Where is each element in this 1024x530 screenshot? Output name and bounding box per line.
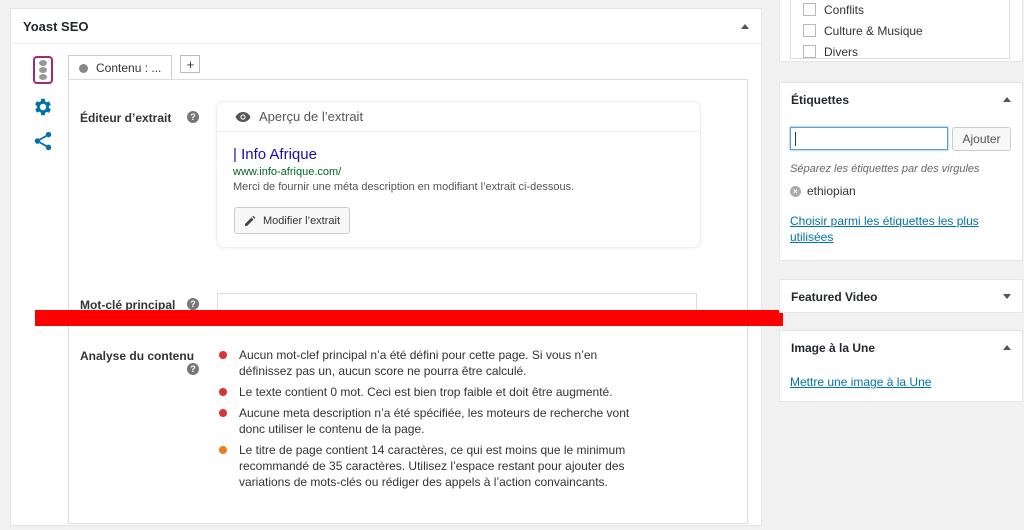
snippet-url[interactable]: www.info-afrique.com/ [233, 166, 341, 178]
yoast-side-nav [28, 56, 58, 162]
expand-toggle-icon[interactable] [1003, 294, 1011, 299]
add-tag-button[interactable]: Ajouter [952, 127, 1011, 151]
category-item[interactable]: Conflits [803, 0, 1009, 20]
status-bullet-red [219, 388, 227, 396]
edit-snippet-label: Modifier l’extrait [263, 214, 341, 227]
category-checkbox[interactable] [803, 3, 816, 16]
category-item[interactable]: Divers [803, 41, 1009, 62]
status-bullet-red [219, 409, 227, 417]
tags-box-title: Étiquettes [791, 92, 850, 107]
help-icon[interactable]: ? [187, 363, 199, 375]
category-label: Conflits [824, 2, 865, 17]
analysis-item: Aucun mot-clef principal n’a été défini … [217, 347, 657, 379]
featured-video-header[interactable]: Featured Video [780, 280, 1022, 313]
yoast-box-title: Yoast SEO [23, 18, 89, 34]
collapse-toggle-icon[interactable] [1003, 97, 1011, 102]
new-tag-input[interactable] [790, 127, 948, 150]
choose-popular-tags-link[interactable]: Choisir parmi les étiquettes les plus ut… [790, 213, 1000, 245]
snippet-preview: Aperçu de l’extrait | Info Afrique www.i… [216, 101, 701, 248]
red-annotation-bar [35, 310, 783, 326]
tab-content-label: Contenu : ... [96, 61, 162, 75]
collapse-toggle-icon[interactable] [741, 23, 749, 29]
extract-editor-label: Éditeur d’extrait [80, 111, 172, 125]
analysis-item: Le titre de page contient 14 caractères,… [217, 442, 657, 490]
edit-snippet-button[interactable]: Modifier l’extrait [234, 207, 351, 234]
content-analysis-list: Aucun mot-clef principal n’a été défini … [217, 347, 657, 495]
tag-chip: × ethiopian [790, 184, 856, 198]
snippet-preview-title: Aperçu de l’extrait [259, 109, 364, 124]
eye-icon [235, 111, 251, 122]
analysis-text: variations de mots-clés ou rédiger des a… [239, 475, 608, 489]
featured-image-title: Image à la Une [791, 340, 876, 355]
yoast-tabs: Contenu : ... + [68, 54, 201, 80]
tags-box-header[interactable]: Étiquettes [780, 83, 1022, 116]
traffic-light-icon[interactable] [33, 56, 53, 84]
snippet-seo-title[interactable]: | Info Afrique [233, 146, 317, 163]
category-checkbox[interactable] [803, 45, 816, 58]
pencil-icon [245, 215, 256, 226]
snippet-preview-header[interactable]: Aperçu de l’extrait [217, 102, 700, 132]
category-checkbox[interactable] [803, 24, 816, 37]
remove-tag-icon[interactable]: × [790, 185, 801, 197]
categories-box: Conflits Culture & Musique Divers [779, 0, 1023, 62]
share-icon[interactable] [28, 128, 58, 154]
category-label: Culture & Musique [824, 23, 923, 38]
tab-content[interactable]: Contenu : ... [68, 55, 173, 80]
tags-box: Étiquettes Ajouter Séparez les étiquette… [779, 82, 1023, 261]
status-bullet-red [219, 351, 227, 359]
set-featured-image-link[interactable]: Mettre une image à la Une [790, 375, 931, 389]
help-icon[interactable]: ? [187, 111, 199, 123]
text-cursor [795, 132, 796, 146]
analysis-text: Aucun mot-clef principal n’a été défini … [239, 348, 598, 362]
analysis-text: définissez pas un, aucun score ne pourra… [239, 364, 527, 378]
tag-chip-label: ethiopian [807, 184, 856, 198]
content-analysis-label: Analyse du contenu [80, 349, 195, 363]
collapse-toggle-icon[interactable] [1003, 345, 1011, 350]
analysis-item: Le texte contient 0 mot. Ceci est bien t… [217, 384, 657, 400]
tag-hint-text: Séparez les étiquettes par des virgules [790, 163, 980, 175]
category-label: Divers [824, 44, 859, 59]
analysis-text: recommandé de 35 caractères. Utilisez l’… [239, 459, 625, 473]
analysis-text: Le texte contient 0 mot. Ceci est bien t… [239, 385, 613, 399]
category-checklist: Conflits Culture & Musique Divers [790, 0, 1010, 59]
add-keyword-tab-button[interactable]: + [180, 55, 201, 73]
yoast-seo-box: Yoast SEO Contenu : ... + Éditeur d’extr… [10, 8, 762, 526]
analysis-text: donc utiliser le contenu de la page. [239, 422, 425, 436]
gear-icon[interactable] [28, 94, 58, 120]
analysis-text: Le titre de page contient 14 caractères,… [239, 443, 626, 457]
snippet-description[interactable]: Merci de fournir une méta description en… [233, 181, 574, 193]
analysis-item: Aucune meta description n’a été spécifié… [217, 405, 657, 437]
category-item[interactable]: Culture & Musique [803, 20, 1009, 41]
status-bullet-orange [219, 446, 227, 454]
help-icon[interactable]: ? [187, 298, 199, 310]
tab-score-dot [79, 63, 88, 73]
analysis-text: Aucune meta description n’a été spécifié… [239, 406, 630, 420]
featured-image-box: Image à la Une Mettre une image à la Une [779, 330, 1023, 402]
featured-video-title: Featured Video [791, 289, 878, 304]
featured-video-box: Featured Video [779, 279, 1023, 313]
content-panel: Éditeur d’extrait ? Aperçu de l’extrait … [68, 79, 748, 524]
featured-image-header[interactable]: Image à la Une [780, 331, 1022, 364]
yoast-box-header[interactable]: Yoast SEO [11, 9, 761, 44]
